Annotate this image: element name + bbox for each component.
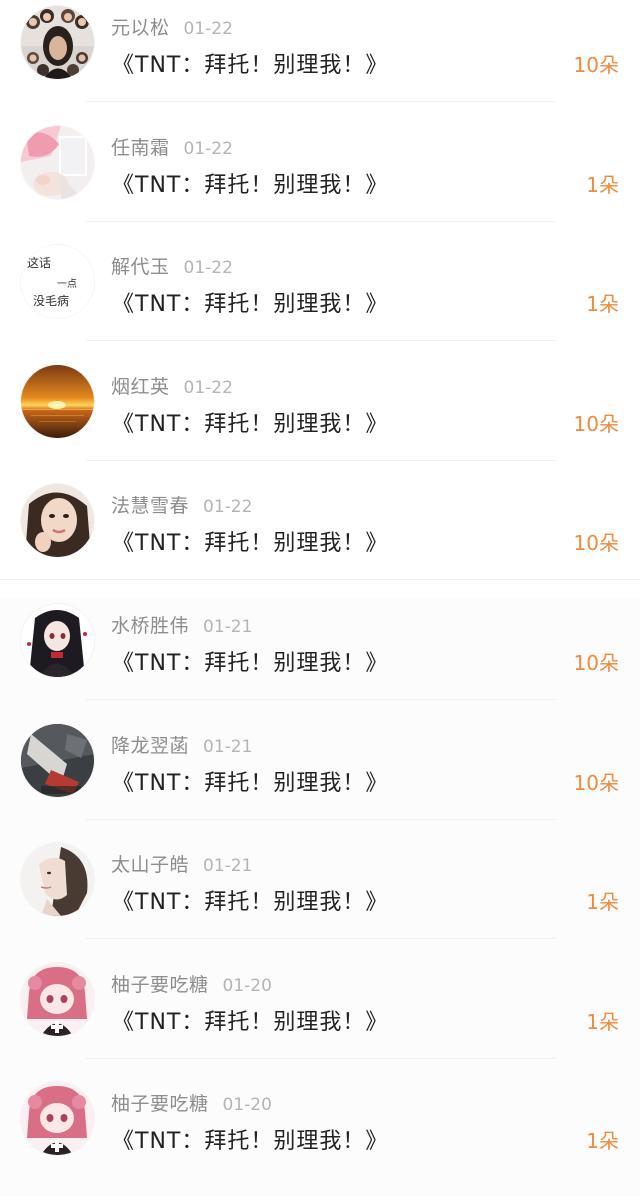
row-divider [86, 938, 556, 940]
flower-count: 1朵 [586, 1129, 619, 1154]
book-title[interactable]: 《TNT：拜托！别理我！》 [112, 1123, 388, 1155]
reward-row[interactable]: 任南霜 01-22 《TNT：拜托！别理我！》 1朵 [0, 119, 640, 240]
row-divider [86, 101, 556, 102]
avatar-text-line-3: 没毛病 [33, 293, 69, 308]
flower-count: 1朵 [586, 172, 619, 197]
row-divider [86, 340, 556, 342]
sunset-sea-avatar[interactable] [21, 364, 94, 438]
sender-name[interactable]: 柚子要吃糖 01-20 [111, 1089, 272, 1116]
sender-name-text[interactable]: 解代玉 [111, 256, 170, 278]
pink-anime-avatar[interactable] [21, 1082, 94, 1156]
sender-name[interactable]: 解代玉 01-22 [111, 252, 233, 279]
reward-row[interactable]: 这话 一点 没毛病 解代玉 01-22 《TNT：拜托！别理我！》 1朵 [0, 239, 640, 359]
flower-count: 10朵 [573, 770, 619, 795]
flower-count: 1朵 [586, 292, 619, 317]
book-title[interactable]: 《TNT：拜托！别理我！》 [112, 1004, 388, 1036]
handwritten-text-avatar[interactable]: 这话 一点 没毛病 [21, 245, 94, 319]
row-divider [86, 1057, 556, 1059]
book-title[interactable]: 《TNT：拜托！别理我！》 [112, 765, 388, 797]
dark-photo-avatar[interactable] [21, 723, 94, 797]
reward-row[interactable]: 降龙翌菡 01-21 《TNT：拜托！别理我！》 10朵 [0, 717, 640, 838]
book-title[interactable]: 《TNT：拜托！别理我！》 [112, 286, 388, 318]
sender-name-text[interactable]: 法慧雪春 [111, 495, 189, 517]
flower-count: 10朵 [573, 411, 619, 436]
reward-date: 01-22 [183, 19, 233, 39]
flower-count: 10朵 [573, 53, 619, 77]
reward-list: 元以松 01-22 《TNT：拜托！别理我！》 10朵 任南霜 01-22 《TNT… [0, 0, 640, 1196]
sender-name-text[interactable]: 元以松 [111, 17, 170, 39]
row-divider [86, 459, 556, 461]
anime-girl-avatar[interactable] [21, 603, 94, 677]
row-divider [86, 698, 556, 700]
sender-name-text[interactable]: 降龙翌菡 [111, 735, 189, 757]
sender-name-text[interactable]: 烟红英 [111, 376, 170, 398]
flower-count: 10朵 [573, 531, 619, 556]
sender-name[interactable]: 水桥胜伟 01-21 [111, 611, 252, 638]
reward-row[interactable]: 烟红英 01-22 《TNT：拜托！别理我！》 10朵 [0, 358, 640, 479]
reward-date: 01-21 [203, 856, 253, 877]
pink-anime-avatar[interactable] [21, 962, 94, 1036]
sender-name[interactable]: 太山子皓 01-21 [111, 850, 252, 877]
reward-date: 01-20 [222, 1095, 272, 1116]
sender-name-text[interactable]: 任南霜 [111, 137, 170, 159]
avatar-text-line-1: 这话 [27, 255, 51, 270]
book-title[interactable]: 《TNT：拜托！别理我！》 [112, 47, 388, 79]
book-title[interactable]: 《TNT：拜托！别理我！》 [112, 884, 388, 916]
reward-row[interactable]: 元以松 01-22 《TNT：拜托！别理我！》 10朵 [0, 0, 640, 120]
sender-name[interactable]: 柚子要吃糖 01-20 [111, 970, 272, 997]
reward-date: 01-20 [222, 975, 272, 996]
flower-count: 1朵 [586, 890, 619, 915]
row-divider [86, 220, 556, 222]
reward-row[interactable]: 柚子要吃糖 01-20 《TNT：拜托！别理我！》 1朵 [0, 1076, 640, 1196]
reward-date: 01-22 [203, 497, 253, 518]
sender-name[interactable]: 烟红英 01-22 [111, 372, 233, 399]
reward-date: 01-22 [183, 138, 233, 159]
reward-row[interactable]: 法慧雪春 01-22 《TNT：拜托！别理我！》 10朵 [0, 478, 640, 598]
section-divider [0, 579, 640, 581]
pink-dress-avatar[interactable] [21, 125, 94, 199]
sender-name[interactable]: 法慧雪春 01-22 [111, 491, 252, 518]
side-profile-avatar[interactable] [21, 843, 94, 917]
book-title[interactable]: 《TNT：拜托！别理我！》 [112, 525, 388, 557]
reward-row[interactable]: 柚子要吃糖 01-20 《TNT：拜托！别理我！》 1朵 [0, 956, 640, 1077]
row-divider [86, 818, 556, 820]
reward-row[interactable]: 太山子皓 01-21 《TNT：拜托！别理我！》 1朵 [0, 837, 640, 957]
avatar-text-line-2: 一点 [57, 278, 77, 290]
girl-portrait-avatar[interactable] [21, 484, 94, 558]
kpop-group-avatar[interactable] [21, 6, 94, 79]
flower-count: 1朵 [586, 1009, 619, 1034]
reward-row[interactable]: 水桥胜伟 01-21 《TNT：拜托！别理我！》 10朵 [0, 597, 640, 718]
sender-name-text[interactable]: 水桥胜伟 [111, 615, 189, 637]
sender-name-text[interactable]: 柚子要吃糖 [111, 974, 209, 996]
book-title[interactable]: 《TNT：拜托！别理我！》 [112, 167, 388, 199]
book-title[interactable]: 《TNT：拜托！别理我！》 [112, 645, 388, 677]
flower-count: 10朵 [573, 650, 619, 675]
reward-date: 01-21 [203, 616, 253, 637]
sender-name[interactable]: 任南霜 01-22 [111, 133, 233, 160]
sender-name[interactable]: 降龙翌菡 01-21 [111, 731, 252, 758]
book-title[interactable]: 《TNT：拜托！别理我！》 [112, 406, 388, 438]
reward-date: 01-22 [183, 377, 233, 398]
sender-name-text[interactable]: 柚子要吃糖 [111, 1093, 209, 1115]
sender-name[interactable]: 元以松 01-22 [111, 13, 233, 40]
reward-date: 01-21 [203, 736, 253, 757]
sender-name-text[interactable]: 太山子皓 [111, 854, 189, 876]
reward-date: 01-22 [183, 258, 233, 279]
